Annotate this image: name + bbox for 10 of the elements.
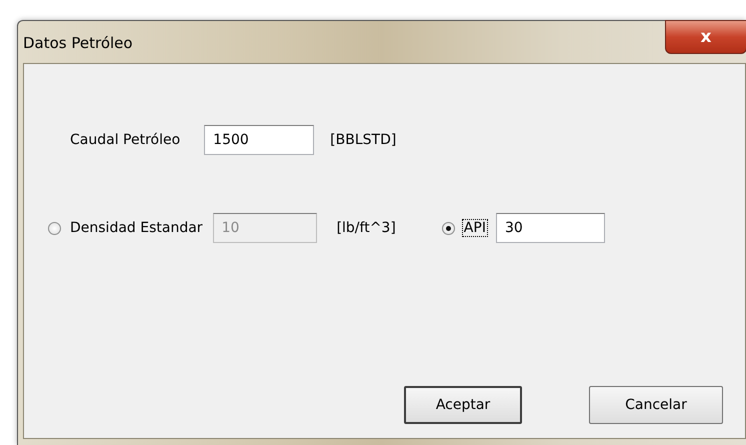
field-label: Caudal Petróleo — [70, 132, 180, 148]
close-button[interactable]: x — [665, 20, 746, 54]
flow-rate-field[interactable]: 1500 — [204, 125, 314, 155]
dialog-button[interactable]: Aceptar — [404, 386, 522, 424]
density-field[interactable]: 30 — [496, 213, 605, 243]
unit-label: [BBLSTD] — [330, 132, 396, 148]
radio-icon[interactable] — [442, 222, 455, 234]
dialog-button[interactable]: Cancelar — [589, 386, 723, 424]
window-title: Datos Petróleo — [23, 34, 133, 52]
unit-label: [lb/ft^3] — [336, 220, 396, 236]
